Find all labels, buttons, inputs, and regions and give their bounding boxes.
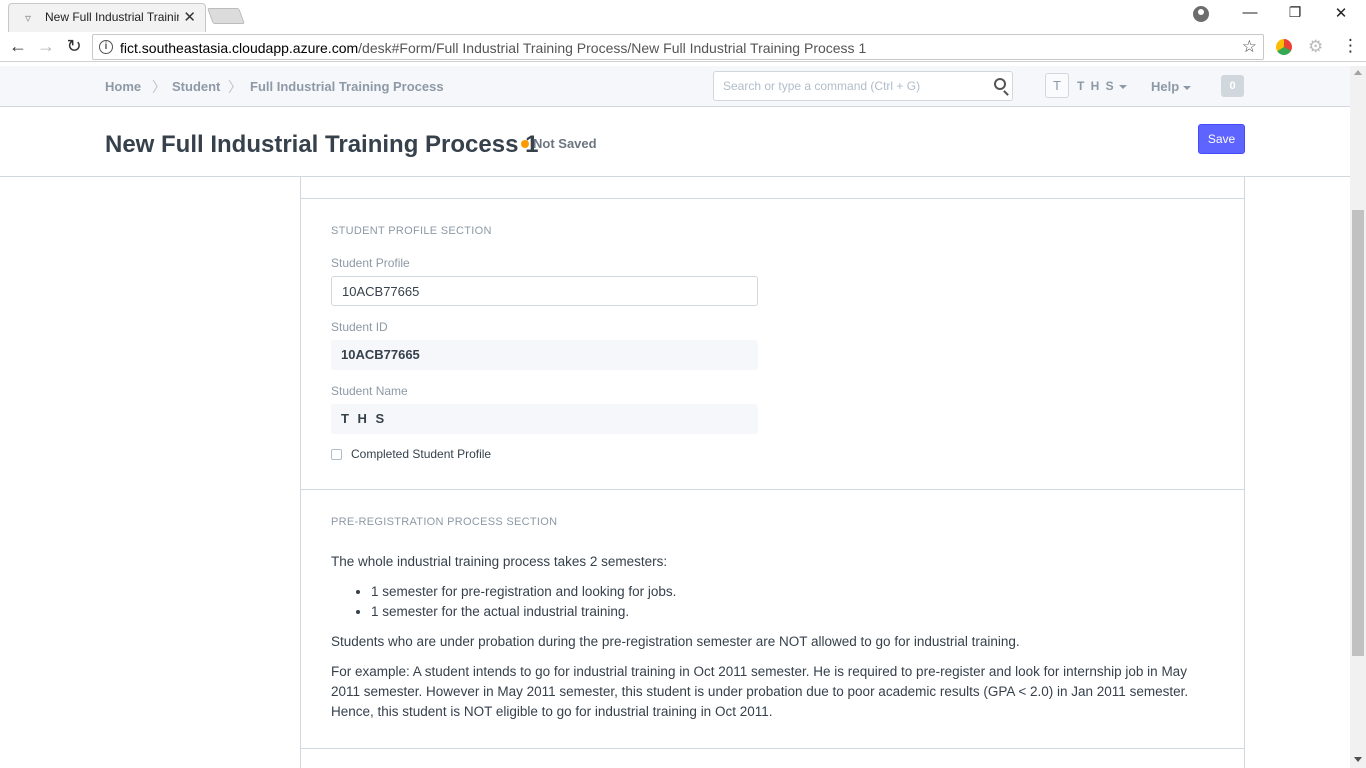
- breadcrumb-student[interactable]: Student: [172, 79, 220, 94]
- tab-title: New Full Industrial Training Process 1: [45, 10, 179, 24]
- browser-toolbar: ← → ↻ i fict.southeastasia.cloudapp.azur…: [0, 32, 1366, 62]
- new-tab-button[interactable]: [207, 8, 245, 24]
- form-layout: STUDENT PROFILE SECTION Student Profile …: [300, 177, 1245, 768]
- extension-gear-icon[interactable]: ⚙: [1308, 37, 1323, 57]
- chevron-right-icon: 〉: [152, 79, 166, 95]
- address-bar[interactable]: i fict.southeastasia.cloudapp.azure.com/…: [92, 34, 1264, 60]
- search-input[interactable]: [714, 72, 974, 100]
- caret-down-icon: [1183, 85, 1192, 90]
- url-path: /desk#Form/Full Industrial Training Proc…: [358, 40, 867, 56]
- section-heading: STUDENT PROFILE SECTION: [331, 225, 492, 237]
- student-profile-field: [331, 276, 758, 306]
- probation-note: Students who are under probation during …: [331, 634, 1020, 649]
- info-icon[interactable]: i: [99, 40, 113, 54]
- semester-list: 1 semester for pre-registration and look…: [371, 582, 1211, 622]
- student-profile-section: STUDENT PROFILE SECTION Student Profile …: [301, 199, 1244, 490]
- profile-icon[interactable]: [1193, 6, 1209, 22]
- list-item: 1 semester for the actual industrial tra…: [371, 602, 1211, 622]
- status-indicator-dot: [521, 140, 529, 148]
- extension-icon[interactable]: [1276, 39, 1292, 55]
- avatar[interactable]: T: [1045, 73, 1069, 98]
- reload-icon[interactable]: ↻: [64, 36, 84, 57]
- restore-icon[interactable]: ❐: [1283, 4, 1307, 21]
- forward-arrow-icon[interactable]: →: [36, 36, 56, 57]
- student-id-value: 10ACB77665: [331, 340, 758, 370]
- student-profile-label: Student Profile: [331, 256, 410, 270]
- caret-down-icon: [1119, 84, 1128, 89]
- student-name-value: T H S: [331, 404, 758, 434]
- bookmark-star-icon[interactable]: ☆: [1242, 37, 1257, 57]
- url-text[interactable]: fict.southeastasia.cloudapp.azure.com/de…: [120, 40, 866, 56]
- breadcrumb-home[interactable]: Home: [105, 79, 141, 94]
- page-scrollbar[interactable]: [1350, 66, 1366, 768]
- scroll-thumb[interactable]: [1352, 210, 1364, 656]
- browser-titlebar: ▿ New Full Industrial Training Process 1…: [0, 0, 1366, 32]
- browser-menu-icon[interactable]: ⋮: [1342, 36, 1359, 56]
- app-navbar: Home 〉 Student 〉 Full Industrial Trainin…: [0, 66, 1350, 107]
- completed-student-profile-checkbox[interactable]: [331, 449, 342, 460]
- student-id-label: Student ID: [331, 320, 388, 334]
- scroll-down-arrow-icon[interactable]: [1354, 757, 1362, 762]
- help-label: Help: [1151, 79, 1180, 94]
- notification-badge[interactable]: 0: [1221, 75, 1244, 97]
- browser-tab-active[interactable]: ▿ New Full Industrial Training Process 1…: [8, 3, 206, 32]
- breadcrumb-doctype[interactable]: Full Industrial Training Process: [250, 79, 444, 94]
- form-area: STUDENT PROFILE SECTION Student Profile …: [0, 177, 1350, 768]
- instructions-html-block: The whole industrial training process ta…: [331, 552, 1211, 732]
- frappe-favicon-icon: ▿: [25, 11, 32, 25]
- page-title: New Full Industrial Training Process 1: [105, 131, 539, 158]
- scroll-up-arrow-icon[interactable]: [1354, 70, 1362, 75]
- status-badge: Not Saved: [533, 136, 597, 151]
- user-name: T H S: [1077, 79, 1116, 93]
- completed-student-profile-label[interactable]: Completed Student Profile: [351, 447, 491, 461]
- pre-registration-section: PRE-REGISTRATION PROCESS SECTION The who…: [301, 490, 1244, 749]
- awesome-bar: [713, 71, 1013, 101]
- example-text: For example: A student intends to go for…: [331, 664, 1189, 719]
- section-heading: PRE-REGISTRATION PROCESS SECTION: [331, 516, 558, 528]
- minimize-icon[interactable]: —: [1238, 4, 1262, 21]
- student-profile-input[interactable]: [332, 277, 757, 305]
- url-host: fict.southeastasia.cloudapp.azure.com: [120, 40, 359, 56]
- back-arrow-icon[interactable]: ←: [8, 36, 28, 57]
- intro-text: The whole industrial training process ta…: [331, 554, 668, 569]
- search-icon[interactable]: [994, 78, 1006, 90]
- user-menu[interactable]: T H S: [1077, 79, 1128, 93]
- close-window-icon[interactable]: ✕: [1329, 4, 1353, 22]
- chevron-right-icon: 〉: [228, 79, 242, 95]
- help-menu[interactable]: Help: [1151, 79, 1192, 94]
- close-tab-icon[interactable]: ✕: [183, 8, 196, 26]
- student-name-label: Student Name: [331, 384, 408, 398]
- list-item: 1 semester for pre-registration and look…: [371, 582, 1211, 602]
- save-button[interactable]: Save: [1198, 124, 1245, 154]
- page-head: New Full Industrial Training Process 1 N…: [0, 107, 1350, 177]
